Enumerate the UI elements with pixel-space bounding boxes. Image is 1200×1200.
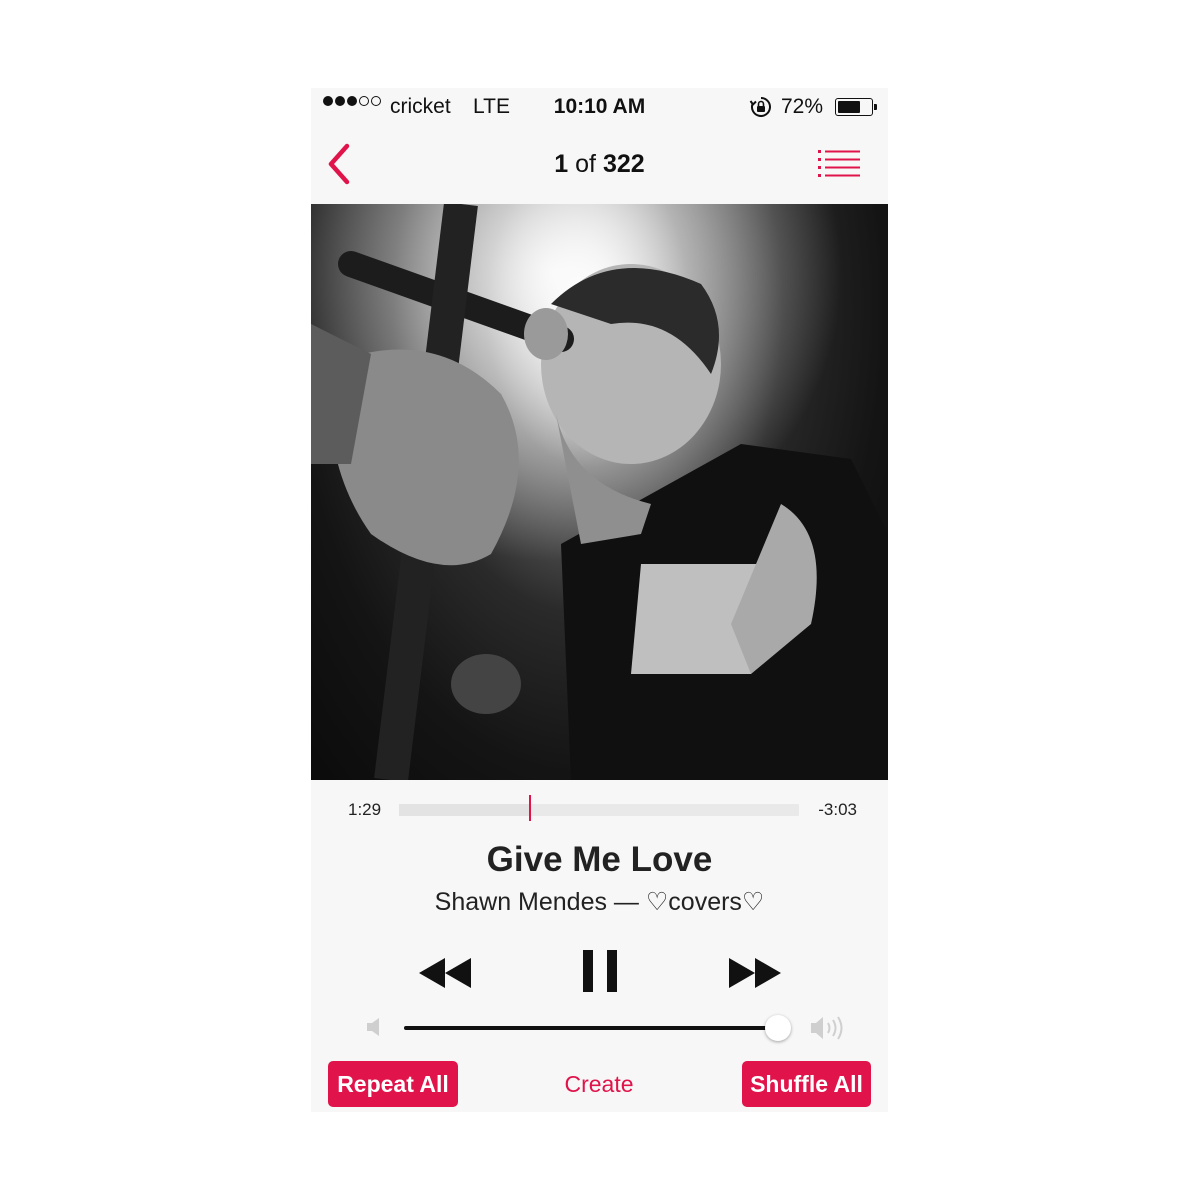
- artist-album-subtitle: Shawn Mendes — ♡covers♡: [434, 888, 765, 916]
- volume-slider[interactable]: [404, 1015, 791, 1041]
- pause-icon: [583, 950, 617, 992]
- battery-nub: [874, 104, 877, 110]
- speaker-high-icon: [809, 1014, 849, 1047]
- artwork-illustration: [311, 204, 888, 780]
- progress-scrubber[interactable]: [399, 795, 799, 821]
- nav-bar: 1 of 322: [311, 126, 888, 204]
- track-total: 322: [602, 150, 645, 178]
- remaining-time: -3:03: [818, 800, 857, 819]
- list-icon: [818, 150, 860, 177]
- battery-percent: 72%: [781, 95, 824, 118]
- transport-controls: [311, 948, 888, 998]
- repeat-all-button[interactable]: Repeat All: [328, 1061, 458, 1107]
- song-title: Give Me Love: [486, 840, 713, 879]
- elapsed-time: 1:29: [348, 800, 382, 819]
- track-of: of: [575, 150, 597, 178]
- progress-playhead[interactable]: [529, 795, 531, 821]
- volume-knob[interactable]: [765, 1015, 791, 1041]
- rotation-lock-icon: [749, 95, 773, 125]
- status-bar: cricket LTE 10:10 AM 72%: [311, 88, 888, 126]
- volume-level: [404, 1026, 778, 1030]
- speaker-low-icon: [365, 1016, 383, 1043]
- battery-icon: [835, 98, 877, 116]
- fast-forward-button[interactable]: [727, 956, 783, 995]
- volume-control: [311, 1010, 888, 1046]
- track-list-button[interactable]: [818, 148, 860, 180]
- fast-forward-icon: [729, 958, 781, 988]
- track-index: 1: [554, 150, 569, 178]
- track-position-title: 1 of 322: [311, 150, 888, 179]
- pause-button[interactable]: [581, 948, 619, 999]
- playback-progress: 1:29 -3:03: [311, 780, 888, 840]
- rewind-button[interactable]: [417, 956, 473, 995]
- create-button[interactable]: Create: [529, 1061, 669, 1107]
- shuffle-all-button[interactable]: Shuffle All: [742, 1061, 871, 1107]
- progress-played: [399, 804, 529, 816]
- music-player-screen: cricket LTE 10:10 AM 72% 1 of 322 1:29 -…: [311, 88, 888, 1112]
- album-artwork-image: [311, 204, 888, 780]
- battery-level: [838, 101, 860, 113]
- rewind-icon: [419, 958, 471, 988]
